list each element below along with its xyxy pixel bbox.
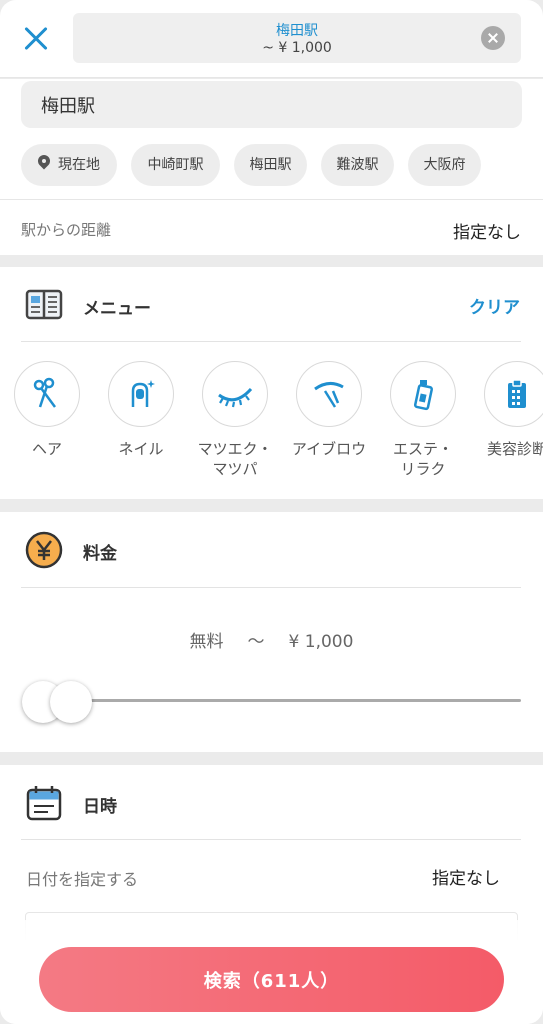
chip-namba[interactable]: 難波駅 — [321, 144, 394, 186]
datetime-title: 日時 — [83, 797, 117, 817]
menu-title: メニュー — [83, 299, 151, 319]
location-pin-icon — [38, 155, 50, 171]
eyelash-icon — [218, 387, 253, 408]
search-summary[interactable]: 梅田駅 ~ ¥ 1,000 — [73, 13, 521, 63]
category-label: ヘア — [31, 440, 62, 458]
distance-row[interactable]: 駅からの距離 指定なし — [0, 200, 543, 255]
station-input[interactable] — [21, 81, 522, 128]
price-slider-max-handle[interactable] — [50, 681, 92, 723]
calendar-icon — [26, 786, 62, 821]
location-section: 現在地 中崎町駅 梅田駅 難波駅 大阪府 駅からの距離 指定なし — [0, 79, 543, 255]
price-title: 料金 — [83, 544, 117, 564]
chip-label: 大阪府 — [423, 157, 466, 173]
category-label: アイブロウ — [291, 440, 367, 458]
category-label: 美容診断 — [486, 440, 543, 458]
category-nail[interactable]: ネイル — [94, 361, 188, 459]
price-range-text: 無料 ～ ¥ 1,000 — [0, 627, 543, 652]
price-min-label: 無料 — [189, 632, 224, 652]
range-separator: ～ — [247, 632, 265, 652]
menu-book-icon — [25, 289, 63, 320]
price-section: 料金 無料 ～ ¥ 1,000 — [0, 512, 543, 752]
clipboard-icon — [508, 379, 526, 408]
chip-current-location[interactable]: 現在地 — [21, 144, 117, 186]
price-slider-track[interactable] — [45, 699, 521, 702]
category-eyebrow[interactable]: アイブロウ — [282, 361, 376, 459]
clear-search-icon[interactable] — [481, 26, 505, 50]
search-header: 梅田駅 ~ ¥ 1,000 — [0, 0, 543, 78]
search-button[interactable]: 検索（611人） — [39, 947, 504, 1012]
chip-label: 現在地 — [58, 157, 100, 173]
category-label: エステ・ リラク — [392, 440, 453, 478]
divider — [21, 839, 521, 840]
app-screen: 梅田駅 ~ ¥ 1,000 現在地 中崎町駅 梅田駅 難波駅 大阪府 駅からの距… — [0, 0, 543, 1024]
distance-value: 指定なし — [453, 223, 521, 243]
chip-label: 中崎町駅 — [147, 157, 204, 173]
distance-label: 駅からの距離 — [21, 221, 112, 239]
chip-nakazakicho[interactable]: 中崎町駅 — [131, 144, 220, 186]
divider — [21, 341, 521, 342]
price-max-label: ¥ 1,000 — [288, 632, 354, 652]
chip-label: 梅田駅 — [249, 157, 292, 173]
category-beauty-diagnosis[interactable]: 美容診断 — [470, 361, 543, 459]
chip-umeda[interactable]: 梅田駅 — [234, 144, 307, 186]
menu-clear-link[interactable]: クリア — [469, 293, 520, 318]
nail-icon — [131, 380, 155, 407]
summary-price: ~ ¥ 1,000 — [262, 40, 332, 56]
summary-station: 梅田駅 — [276, 23, 318, 39]
eyebrow-icon — [314, 382, 344, 408]
spray-bottle-icon — [413, 380, 434, 411]
date-value[interactable]: 指定なし — [432, 864, 500, 889]
category-label: マツエク・ マツパ — [197, 440, 273, 478]
yen-icon — [25, 531, 63, 569]
menu-section: メニュー クリア ヘア ネイル マツエク・ マツパ アイブロウ エステ・ リラク… — [0, 267, 543, 499]
close-icon[interactable] — [18, 20, 54, 56]
divider — [21, 587, 521, 588]
category-label: ネイル — [118, 440, 164, 458]
category-eyelash[interactable]: マツエク・ マツパ — [188, 361, 282, 479]
date-label: 日付を指定する — [26, 870, 139, 889]
scissors-icon — [33, 377, 57, 408]
chip-osaka-pref[interactable]: 大阪府 — [408, 144, 481, 186]
category-esthetic[interactable]: エステ・ リラク — [376, 361, 470, 479]
category-hair[interactable]: ヘア — [0, 361, 94, 459]
chip-label: 難波駅 — [336, 157, 379, 173]
